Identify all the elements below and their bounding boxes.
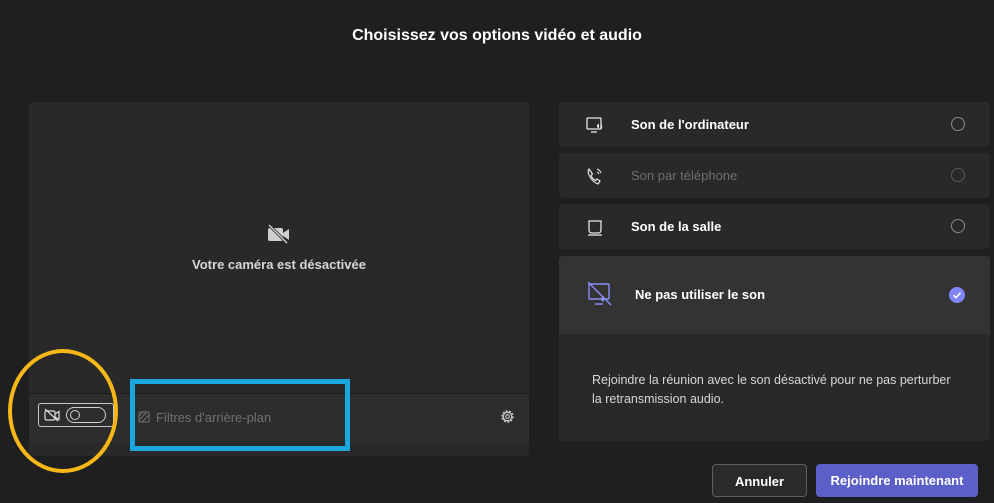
dialog-title: Choisissez vos options vidéo et audio [352,27,642,44]
audio-option-label: Son de l'ordinateur [631,117,749,132]
camera-off-icon [267,224,289,244]
audio-option-computer[interactable]: Son de l'ordinateur [559,102,990,147]
computer-audio-icon [586,117,603,133]
audio-option-label: Ne pas utiliser le son [635,287,766,302]
room-audio-icon [588,220,602,236]
selected-option-header[interactable]: Ne pas utiliser le son [559,256,990,334]
audio-option-radio [951,168,965,182]
selected-check-icon [949,287,965,303]
settings-gear-icon[interactable] [499,408,516,425]
cancel-button[interactable]: Annuler [712,464,807,497]
audio-option-radio[interactable] [951,117,965,131]
join-now-button[interactable]: Rejoindre maintenant [816,464,978,497]
audio-option-label: Son de la salle [631,219,722,234]
audio-option-room[interactable]: Son de la salle [559,204,990,249]
audio-option-label: Son par téléphone [631,168,738,183]
annotation-highlight-rectangle [130,379,350,451]
phone-audio-icon [587,167,602,185]
audio-option-phone: Son par téléphone [559,153,990,198]
checkmark-icon [952,292,962,299]
no-audio-icon [587,281,612,306]
audio-option-radio[interactable] [951,219,965,233]
audio-option-no-audio[interactable]: Ne pas utiliser le son Rejoindre la réun… [559,256,990,441]
camera-off-text: Votre caméra est désactivée [192,257,366,272]
selected-option-description: Rejoindre la réunion avec le son désacti… [592,373,951,406]
annotation-highlight-circle [8,349,118,473]
